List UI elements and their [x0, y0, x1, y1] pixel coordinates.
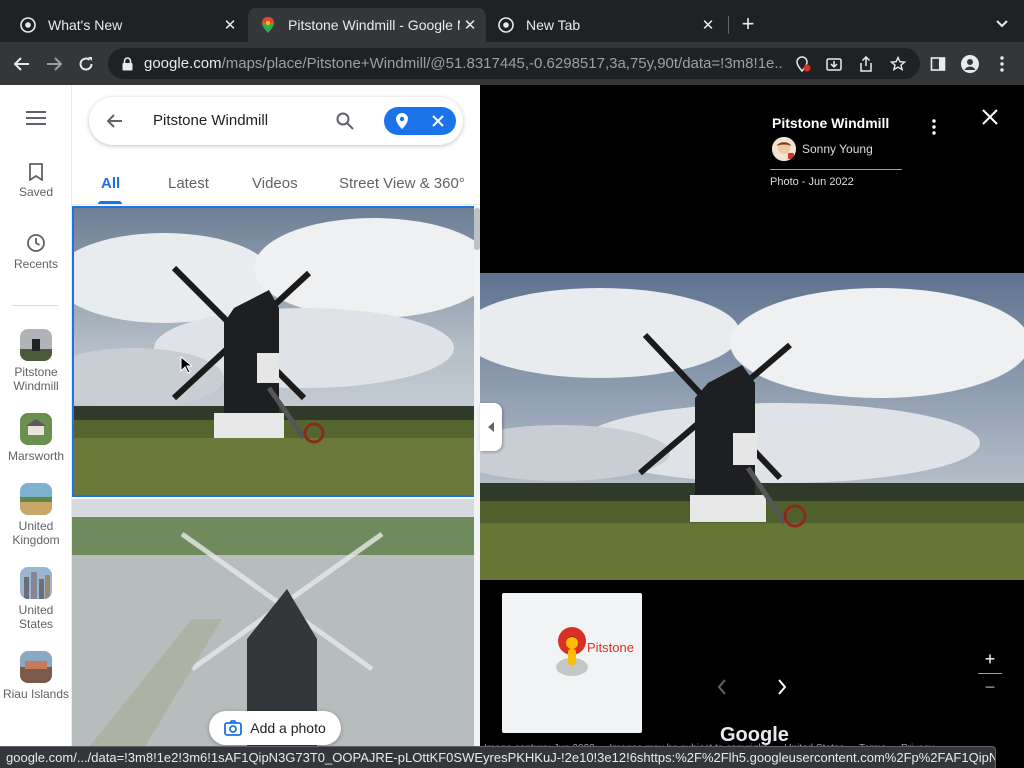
photo-viewer: Pitstone Windmill Sonny Young Photo - Ju… — [480, 85, 1024, 768]
tab-separator — [728, 16, 729, 34]
lock-icon[interactable] — [120, 56, 134, 71]
place-label: Riau Islands — [2, 687, 70, 701]
close-viewer-icon[interactable] — [978, 105, 1002, 129]
minimap[interactable]: Pitstone — [502, 593, 642, 733]
bookmark-icon — [0, 163, 72, 185]
avatar — [772, 137, 796, 161]
close-tab-icon[interactable]: ✕ — [460, 15, 480, 35]
active-tab-indicator — [98, 201, 122, 204]
zoom-in-button[interactable]: + — [980, 649, 1000, 669]
place-label: Pitstone Windmill — [13, 365, 59, 393]
profile-icon[interactable] — [956, 50, 984, 78]
maps-app: Saved Recents Pitstone Windmill Marswort… — [0, 85, 1024, 768]
place-label: United Kingdom — [12, 519, 60, 547]
zoom-divider — [978, 673, 1002, 674]
next-photo-chevron-icon[interactable] — [770, 675, 794, 699]
place-chip[interactable] — [384, 107, 456, 135]
recent-place-united-kingdom[interactable]: United Kingdom — [0, 483, 72, 547]
photo-thumbnail-selected[interactable] — [72, 206, 476, 497]
collapse-panel-button[interactable] — [480, 403, 502, 451]
place-label: Marsworth — [7, 449, 64, 463]
install-app-icon[interactable] — [824, 54, 844, 74]
close-tab-icon[interactable]: ✕ — [698, 15, 718, 35]
browser-toolbar: google.com/maps/place/Pitstone+Windmill/… — [0, 42, 1024, 85]
tab-search-chevron-icon[interactable] — [990, 12, 1014, 36]
photo-tabs: All Latest Videos Street View & 360° — [72, 157, 480, 205]
previous-photo-chevron-icon[interactable] — [710, 675, 734, 699]
recent-place-marsworth[interactable]: Marsworth — [0, 413, 72, 463]
maps-pin-icon — [260, 17, 276, 33]
viewer-place-title[interactable]: Pitstone Windmill — [772, 115, 889, 131]
more-options-icon[interactable] — [924, 115, 944, 139]
saved-button[interactable]: Saved — [0, 163, 72, 199]
tab-videos[interactable]: Videos — [252, 175, 298, 192]
clear-icon[interactable] — [420, 107, 456, 135]
mouse-cursor-icon — [180, 355, 194, 374]
left-rail: Saved Recents Pitstone Windmill Marswort… — [0, 85, 72, 768]
status-bar-url: google.com/.../data=!3m8!1e2!3m6!1sAF1Qi… — [0, 746, 996, 768]
main-photo[interactable] — [480, 273, 1024, 580]
zoom-out-button[interactable]: − — [980, 677, 1000, 697]
divider — [770, 169, 902, 170]
tab-pitstone-windmill[interactable]: Pitstone Windmill - Google Maps ✕ — [248, 8, 486, 42]
tab-street-view[interactable]: Street View & 360° — [339, 175, 465, 192]
recent-place-united-states[interactable]: United States — [0, 567, 72, 631]
search-input[interactable]: Pitstone Windmill — [153, 112, 268, 129]
tab-strip: What's New ✕ Pitstone Windmill - Google … — [0, 0, 1024, 42]
photos-panel: Pitstone Windmill All Latest Videos Stre… — [72, 85, 480, 768]
address-bar[interactable]: google.com/maps/place/Pitstone+Windmill/… — [108, 48, 920, 79]
url-text[interactable]: google.com/maps/place/Pitstone+Windmill/… — [144, 55, 784, 72]
search-icon[interactable] — [333, 109, 357, 133]
location-pin-icon[interactable] — [384, 107, 420, 135]
saved-label: Saved — [18, 185, 54, 199]
author-name: Sonny Young — [802, 142, 873, 156]
add-photo-label: Add a photo — [250, 720, 326, 736]
tab-title: Pitstone Windmill - Google Maps — [288, 17, 460, 33]
location-blocked-icon[interactable] — [793, 54, 813, 74]
back-button[interactable] — [8, 50, 36, 78]
chrome-icon — [20, 17, 36, 33]
share-icon[interactable] — [856, 54, 876, 74]
photo-author[interactable]: Sonny Young — [772, 137, 873, 161]
recents-button[interactable]: Recents — [0, 233, 72, 271]
new-tab-button[interactable]: + — [736, 11, 760, 36]
tab-title: What's New — [48, 17, 123, 33]
place-thumbnail — [20, 567, 52, 599]
recent-place-pitstone-windmill[interactable]: Pitstone Windmill — [0, 329, 72, 393]
photo-date: Photo - Jun 2022 — [770, 176, 854, 188]
place-label: United States — [18, 603, 54, 631]
tab-new-tab[interactable]: New Tab ✕ — [488, 8, 724, 42]
reload-button[interactable] — [72, 50, 100, 78]
history-icon — [0, 233, 72, 257]
back-arrow-icon[interactable] — [103, 109, 127, 133]
side-panel-icon[interactable] — [924, 50, 952, 78]
bookmark-star-icon[interactable] — [888, 54, 908, 74]
minimap-place-label: Pitstone — [587, 640, 634, 655]
tab-latest[interactable]: Latest — [168, 175, 209, 192]
recents-label: Recents — [13, 257, 59, 271]
place-thumbnail — [20, 413, 52, 445]
browser-menu-icon[interactable] — [988, 50, 1016, 78]
close-tab-icon[interactable]: ✕ — [220, 15, 240, 35]
tab-title: New Tab — [526, 17, 581, 33]
tab-whats-new[interactable]: What's New ✕ — [0, 8, 246, 42]
chrome-icon — [498, 17, 514, 33]
tab-all[interactable]: All — [101, 175, 120, 192]
place-thumbnail — [20, 483, 52, 515]
camera-icon — [224, 720, 243, 736]
place-thumbnail — [20, 329, 52, 361]
recent-place-riau-islands[interactable]: Riau Islands — [0, 651, 72, 701]
place-thumbnail — [20, 651, 52, 683]
menu-button[interactable] — [0, 111, 72, 128]
add-photo-button[interactable]: Add a photo — [209, 711, 341, 745]
rail-divider — [12, 305, 58, 306]
search-box[interactable]: Pitstone Windmill — [89, 97, 463, 145]
forward-button[interactable] — [40, 50, 68, 78]
